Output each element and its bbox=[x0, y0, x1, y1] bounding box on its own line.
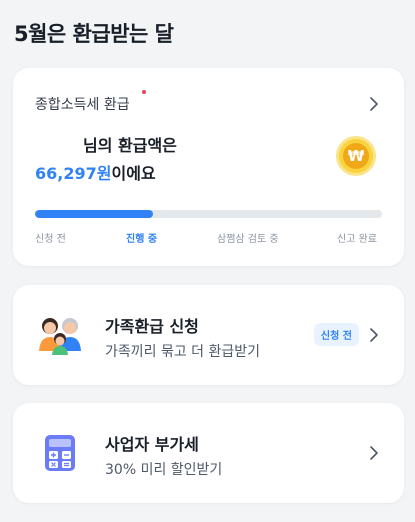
family-icon bbox=[37, 315, 81, 355]
calculator-icon bbox=[37, 433, 81, 473]
family-refund-card[interactable]: 가족환급 신청 가족끼리 묶고 더 환급받기 신청 전 bbox=[13, 285, 404, 385]
vat-card[interactable]: 사업자 부가세 30% 미리 할인받기 bbox=[13, 403, 404, 503]
chevron-right-icon[interactable] bbox=[366, 327, 382, 343]
page-title: 5월은 환급받는 달 bbox=[14, 22, 174, 46]
refund-progress-bar bbox=[35, 210, 382, 218]
step-label: 삼쩜삼 검토 중 bbox=[217, 234, 279, 245]
refund-amount-line: 66,297원이에요 bbox=[35, 160, 156, 184]
tax-refund-card[interactable]: 종합소득세 환급 님의 환급액은 66,297원이에요 ₩ 신청 전 진행 중 … bbox=[13, 68, 404, 266]
chevron-right-icon[interactable] bbox=[366, 96, 382, 112]
refund-name-line: 님의 환급액은 bbox=[83, 136, 177, 155]
step-label-active: 진행 중 bbox=[126, 234, 158, 245]
step-label: 신고 완료 bbox=[337, 234, 377, 245]
refund-progress-fill bbox=[35, 210, 153, 218]
refund-amount: 66,297원 bbox=[35, 164, 112, 183]
notification-dot bbox=[142, 90, 146, 94]
chevron-right-icon[interactable] bbox=[366, 445, 382, 461]
family-refund-title: 가족환급 신청 bbox=[105, 317, 199, 336]
vat-subtitle: 30% 미리 할인받기 bbox=[105, 462, 223, 478]
tax-refund-title: 종합소득세 환급 bbox=[35, 97, 130, 113]
vat-title: 사업자 부가세 bbox=[105, 435, 199, 454]
status-badge: 신청 전 bbox=[313, 323, 359, 346]
refund-amount-suffix: 이에요 bbox=[111, 164, 156, 183]
step-label: 신청 전 bbox=[35, 234, 66, 245]
won-symbol: ₩ bbox=[343, 143, 369, 169]
family-refund-subtitle: 가족끼리 묶고 더 환급받기 bbox=[105, 344, 261, 360]
won-coin-icon: ₩ bbox=[336, 136, 376, 176]
